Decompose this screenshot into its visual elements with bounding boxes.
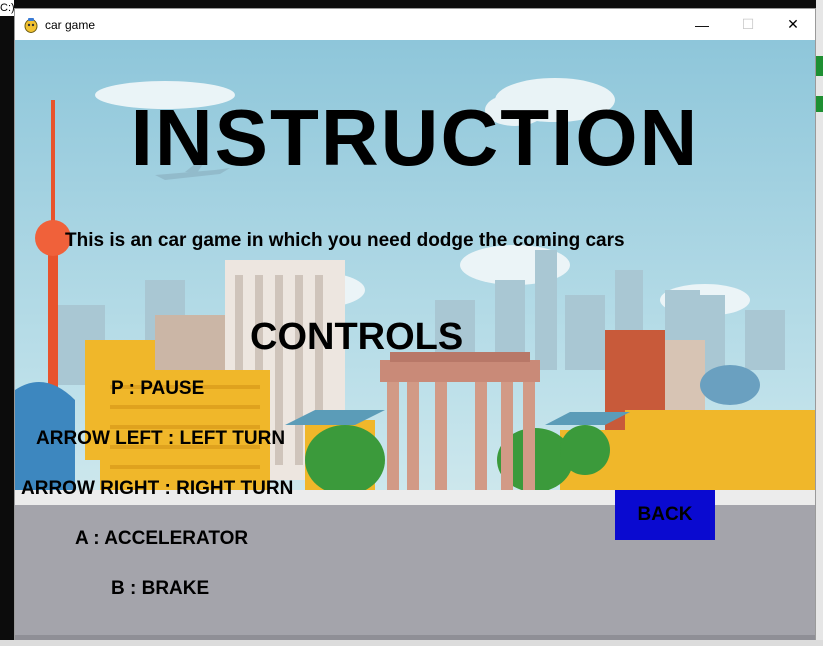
background-terminal: C:) <box>0 0 14 646</box>
minimize-button[interactable]: — <box>679 9 725 40</box>
game-window: car game — ☐ ✕ INSTRUCTION This is an ca… <box>14 8 816 640</box>
maximize-button[interactable]: ☐ <box>725 9 771 40</box>
control-arrow-right: ARROW RIGHT : RIGHT TURN <box>21 478 294 499</box>
game-canvas: INSTRUCTION This is an car game in which… <box>15 40 815 640</box>
control-pause: P : PAUSE <box>111 378 205 399</box>
instruction-heading: INSTRUCTION <box>130 93 700 182</box>
terminal-title: C:) <box>0 0 14 16</box>
control-arrow-left: ARROW LEFT : LEFT TURN <box>36 428 286 449</box>
maximize-icon: ☐ <box>741 16 755 32</box>
control-brake: B : BRAKE <box>111 578 210 599</box>
background-window-edge <box>816 0 823 646</box>
control-accelerator: A : ACCELERATOR <box>75 528 249 549</box>
pygame-snake-icon <box>24 18 38 33</box>
back-button[interactable]: BACK <box>615 490 715 540</box>
close-icon: ✕ <box>787 16 799 32</box>
controls-heading: CONTROLS <box>250 316 464 358</box>
instruction-description: This is an car game in which you need do… <box>65 230 625 251</box>
window-title: car game <box>45 18 96 32</box>
minimize-icon: — <box>695 16 709 33</box>
close-button[interactable]: ✕ <box>770 9 816 40</box>
back-button-label: BACK <box>637 504 693 525</box>
taskbar-edge <box>0 640 823 646</box>
title-bar[interactable]: car game — ☐ ✕ <box>15 9 815 40</box>
